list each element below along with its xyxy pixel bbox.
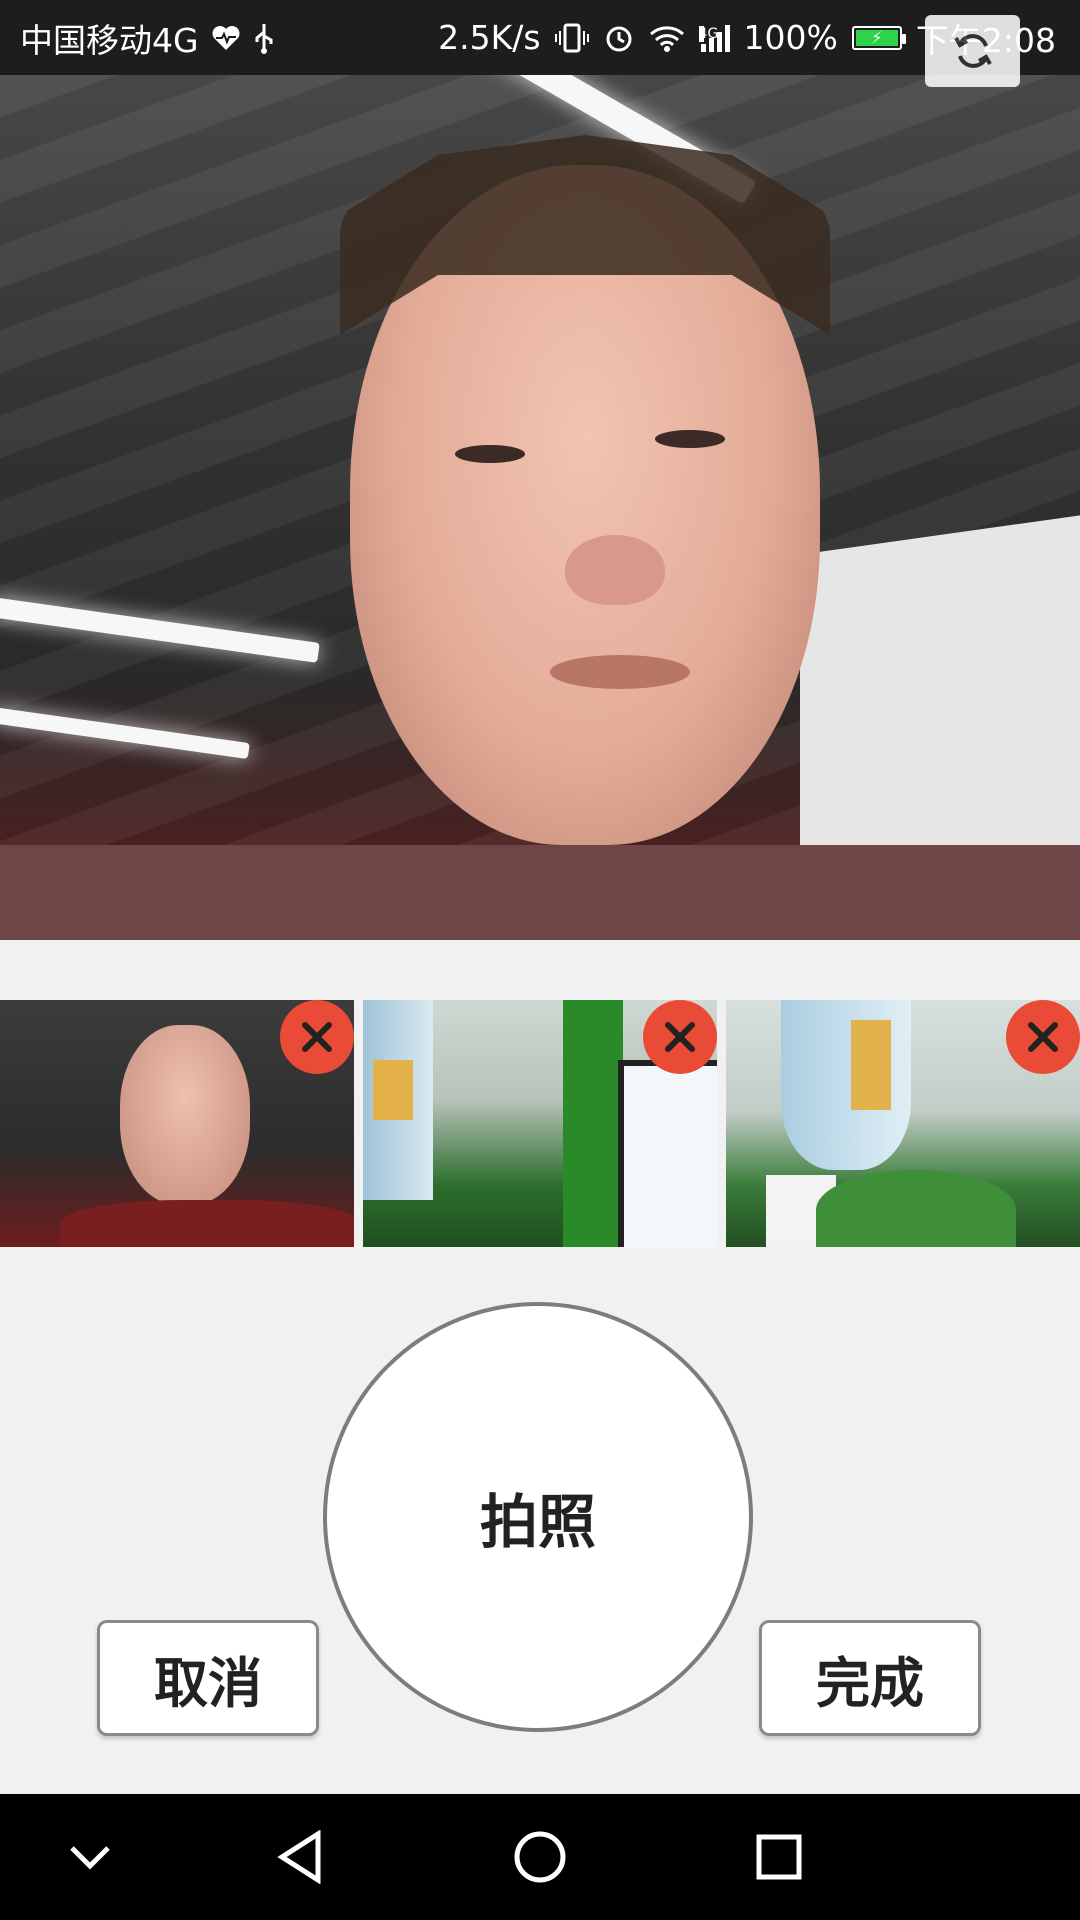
delete-photo-button[interactable] xyxy=(280,1000,354,1074)
switch-camera-icon xyxy=(953,34,992,68)
eye xyxy=(655,430,725,448)
chevron-down-icon[interactable] xyxy=(60,1794,120,1920)
switch-camera-button[interactable] xyxy=(925,15,1020,87)
mouth xyxy=(550,655,690,689)
battery-icon: ⚡ xyxy=(851,25,906,50)
status-bar: 中国移动4G 2.5K/s 4G 100% ⚡ 下午2:08 xyxy=(0,0,1080,75)
signal-tag: 4G xyxy=(698,25,719,42)
eye xyxy=(455,445,525,463)
nose xyxy=(565,535,665,605)
shutter-button[interactable]: 拍照 xyxy=(323,1302,753,1732)
delete-photo-button[interactable] xyxy=(1006,1000,1080,1074)
preview-bottom-overlay xyxy=(0,845,1080,940)
vibrate-icon xyxy=(554,23,589,53)
navigation-bar xyxy=(0,1794,1080,1920)
recents-icon[interactable] xyxy=(749,1794,809,1920)
thumbnail-monitor xyxy=(618,1060,717,1247)
status-bar-left: 中国移动4G xyxy=(20,0,275,75)
shutter-label: 拍照 xyxy=(479,1488,596,1556)
close-icon xyxy=(1028,1022,1058,1052)
signal-icon: 4G xyxy=(698,24,730,52)
battery-percent: 100% xyxy=(743,18,838,57)
carrier-label: 中国移动4G xyxy=(20,20,199,60)
thumbnail-shirt xyxy=(60,1200,354,1247)
alarm-icon xyxy=(603,22,635,54)
thumbnail-water-bottle xyxy=(363,1000,433,1200)
close-icon xyxy=(665,1022,695,1052)
thumbnail-green-panel xyxy=(563,1000,623,1247)
heart-pulse-icon xyxy=(211,24,241,52)
thumbnail-water-bottle xyxy=(781,1000,911,1170)
network-speed: 2.5K/s xyxy=(438,18,541,57)
done-button[interactable]: 完成 xyxy=(759,1620,981,1736)
cancel-button[interactable]: 取消 xyxy=(97,1620,319,1736)
photo-thumbnails xyxy=(0,1000,1080,1247)
close-icon xyxy=(302,1022,332,1052)
thumbnail-plant xyxy=(816,1170,1016,1247)
camera-preview[interactable] xyxy=(0,75,1080,940)
back-icon[interactable] xyxy=(270,1794,330,1920)
usb-icon xyxy=(253,22,275,54)
wifi-icon xyxy=(649,24,685,52)
thumbnail-face xyxy=(120,1025,250,1205)
home-icon[interactable] xyxy=(508,1794,572,1920)
delete-photo-button[interactable] xyxy=(643,1000,717,1074)
